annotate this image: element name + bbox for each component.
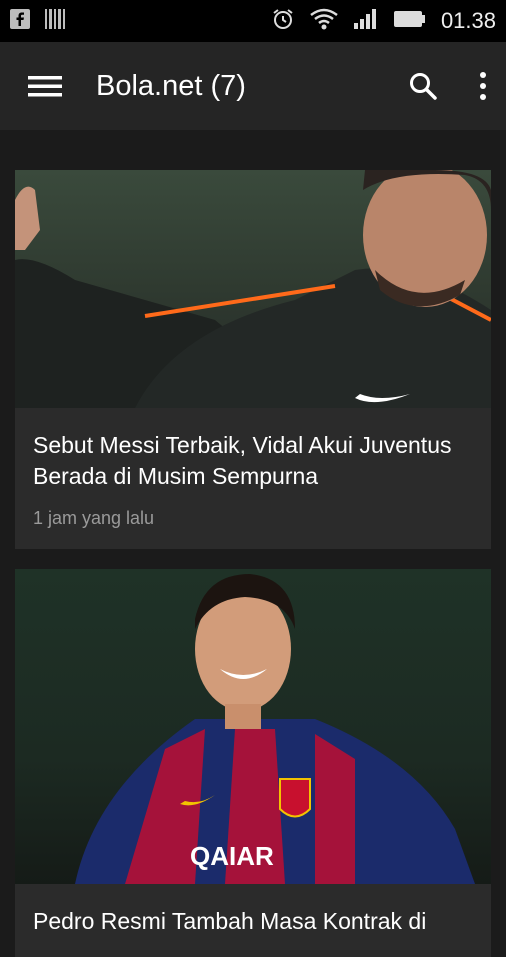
alarm-icon — [271, 7, 295, 36]
svg-text:QAIAR: QAIAR — [190, 841, 274, 871]
wifi-icon — [309, 8, 339, 35]
news-card[interactable]: Sebut Messi Terbaik, Vidal Akui Juventus… — [15, 170, 491, 549]
article-time: 1 jam yang lalu — [33, 508, 155, 528]
battery-icon — [393, 9, 427, 34]
status-bar: 01.38 — [0, 0, 506, 42]
search-icon[interactable] — [408, 71, 438, 101]
facebook-icon — [10, 8, 30, 34]
overflow-menu-icon[interactable] — [478, 71, 488, 101]
football-player-photo — [15, 170, 491, 408]
news-feed: Sebut Messi Terbaik, Vidal Akui Juventus… — [0, 170, 506, 957]
app-title: Bola.net (7) — [96, 69, 246, 102]
barcode-icon — [44, 8, 66, 35]
football-player-photo: QAIAR — [15, 569, 491, 884]
signal-icon — [353, 8, 379, 35]
article-title: Pedro Resmi Tambah Masa Kontrak di — [33, 908, 427, 934]
news-card[interactable]: QAIAR Pedro Resmi Tambah Masa Kontrak di — [15, 569, 491, 957]
article-title: Sebut Messi Terbaik, Vidal Akui Juventus… — [33, 432, 452, 489]
menu-icon[interactable] — [28, 74, 62, 98]
app-bar: Bola.net (7) — [0, 42, 506, 130]
status-time: 01.38 — [440, 8, 496, 33]
